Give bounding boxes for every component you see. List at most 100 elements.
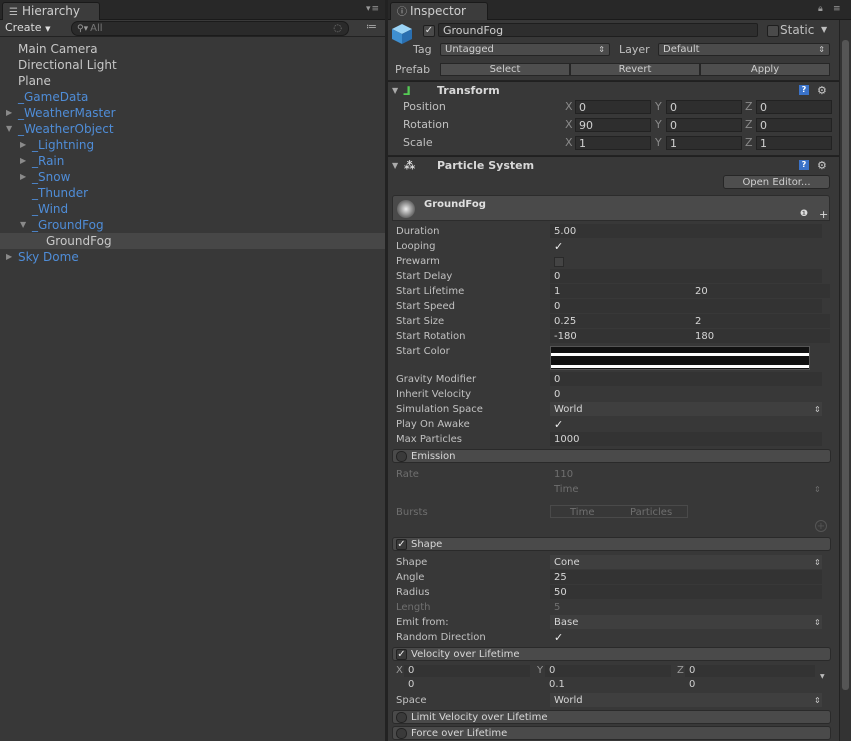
random-direction-checkbox[interactable]: ✓	[554, 630, 563, 645]
position-z-field[interactable]: 0	[756, 100, 832, 114]
list-item[interactable]: Plane	[0, 73, 385, 89]
tab-hierarchy[interactable]: ☰ Hierarchy	[2, 2, 100, 20]
add-burst-icon[interactable]: +	[815, 520, 827, 532]
active-checkbox[interactable]: ✓	[423, 25, 435, 37]
shape-module-header[interactable]: ✓ Shape	[392, 537, 831, 551]
rate-value[interactable]: 110	[554, 467, 573, 482]
force-module-header[interactable]: Force over Lifetime	[392, 726, 831, 740]
rotation-y-field[interactable]: 0	[666, 118, 742, 132]
list-item[interactable]: ▶ _WeatherMaster	[0, 105, 385, 121]
list-item[interactable]: ▶ _Lightning	[0, 137, 385, 153]
list-item[interactable]: _Thunder	[0, 185, 385, 201]
limit-velocity-module-header[interactable]: Limit Velocity over Lifetime	[392, 710, 831, 724]
position-x-field[interactable]: 0	[575, 100, 651, 114]
gear-icon[interactable]: ⚙	[817, 82, 827, 100]
chevron-down-icon[interactable]: ▼	[392, 157, 398, 175]
velocity-z-field[interactable]	[685, 665, 815, 677]
looping-checkbox[interactable]: ✓	[554, 239, 563, 254]
start-delay-field[interactable]	[550, 269, 822, 283]
lock-icon[interactable]: 🔒︎	[818, 4, 824, 14]
hierarchy-search-input[interactable]: ⚲▾ All ◌	[71, 21, 349, 36]
inspector-scrollbar[interactable]	[839, 20, 851, 741]
tag-dropdown[interactable]: Untagged ⇕	[440, 43, 610, 56]
start-lifetime-min-field[interactable]	[550, 284, 690, 298]
add-icon[interactable]: +	[819, 208, 828, 221]
prefab-revert-button[interactable]: Revert	[570, 63, 700, 76]
play-on-awake-checkbox[interactable]: ✓	[554, 417, 563, 432]
panel-menu-icon[interactable]: ▾≡	[366, 4, 380, 14]
emission-module-header[interactable]: Emission	[392, 449, 831, 463]
chevron-right-icon[interactable]: ▶	[20, 153, 26, 169]
particle-system-header[interactable]: ▼ ⁂ Particle System ? ⚙	[388, 156, 851, 175]
scale-z-field[interactable]: 1	[756, 136, 832, 150]
chevron-down-icon[interactable]: ▼	[20, 217, 26, 233]
list-item-selected[interactable]: GroundFog	[0, 233, 385, 249]
tab-inspector[interactable]: ⓘ Inspector	[390, 2, 488, 20]
prefab-select-button[interactable]: Select	[440, 63, 570, 76]
start-lifetime-max-field[interactable]	[690, 284, 830, 298]
list-item[interactable]: _Wind	[0, 201, 385, 217]
length-value[interactable]: 5	[554, 600, 560, 615]
chevron-right-icon[interactable]: ▶	[6, 249, 12, 265]
chevron-down-icon[interactable]: ▼	[6, 121, 12, 137]
emission-toggle[interactable]	[396, 451, 407, 462]
scale-x-field[interactable]: 1	[575, 136, 651, 150]
search-cancel-icon[interactable]: ◌	[333, 22, 342, 35]
emit-from-dropdown[interactable]	[550, 615, 822, 629]
prewarm-checkbox[interactable]	[554, 257, 564, 267]
list-item[interactable]: ▶ _Snow	[0, 169, 385, 185]
position-y-field[interactable]: 0	[666, 100, 742, 114]
start-speed-field[interactable]	[550, 299, 822, 313]
help-icon[interactable]: ?	[799, 160, 809, 170]
velocity-space-dropdown[interactable]	[550, 693, 822, 707]
chevron-right-icon[interactable]: ▶	[20, 169, 26, 185]
layer-dropdown[interactable]: Default ⇕	[658, 43, 830, 56]
list-item[interactable]: _GameData	[0, 89, 385, 105]
chevron-right-icon[interactable]: ▶	[20, 137, 26, 153]
shape-dropdown[interactable]	[550, 555, 822, 569]
gravity-field[interactable]	[550, 372, 822, 386]
list-item[interactable]: ▶ _Rain	[0, 153, 385, 169]
info-icon[interactable]: ❶	[800, 209, 808, 219]
checkmark-icon[interactable]: ✓	[396, 539, 407, 550]
rotation-x-field[interactable]: 90	[575, 118, 651, 132]
duration-field[interactable]	[550, 224, 822, 238]
scale-y-field[interactable]: 1	[666, 136, 742, 150]
list-item[interactable]: Directional Light	[0, 57, 385, 73]
start-size-max-field[interactable]	[690, 314, 830, 328]
prefab-apply-button[interactable]: Apply	[700, 63, 830, 76]
limit-velocity-toggle[interactable]	[396, 712, 407, 723]
velocity-module-header[interactable]: ✓ Velocity over Lifetime	[392, 647, 831, 661]
rotation-z-field[interactable]: 0	[756, 118, 832, 132]
inherit-velocity-value[interactable]: 0	[554, 387, 560, 402]
chevron-down-icon[interactable]: ▼	[392, 82, 398, 100]
panel-menu-icon[interactable]: ≡	[833, 4, 842, 14]
scrollbar-thumb[interactable]	[842, 40, 849, 690]
rate-mode-value[interactable]: Time	[554, 482, 578, 497]
force-toggle[interactable]	[396, 728, 407, 739]
angle-field[interactable]	[550, 570, 822, 584]
list-item[interactable]: ▼ _WeatherObject	[0, 121, 385, 137]
static-checkbox[interactable]	[767, 25, 779, 37]
start-color-gradient[interactable]	[550, 346, 810, 370]
dropdown-arrow-icon[interactable]: ▼	[820, 673, 825, 680]
create-dropdown[interactable]: Create ▼	[5, 21, 50, 34]
chevron-right-icon[interactable]: ▶	[6, 105, 12, 121]
list-item[interactable]: Main Camera	[0, 41, 385, 57]
max-particles-field[interactable]	[550, 432, 822, 446]
checkmark-icon[interactable]: ✓	[396, 649, 407, 660]
open-editor-button[interactable]: Open Editor...	[723, 175, 830, 189]
radius-field[interactable]	[550, 585, 822, 599]
particle-system-title-bar[interactable]: GroundFog ❶ +	[392, 195, 830, 221]
simulation-space-dropdown[interactable]	[550, 402, 822, 416]
static-dropdown-arrow-icon[interactable]: ▼	[821, 23, 827, 37]
list-item[interactable]: ▶ Sky Dome	[0, 249, 385, 265]
velocity-x-field[interactable]	[404, 665, 530, 677]
help-icon[interactable]: ?	[799, 85, 809, 95]
velocity-y-field[interactable]	[545, 665, 671, 677]
gear-icon[interactable]: ⚙	[817, 157, 827, 175]
filter-icon[interactable]: ≔	[366, 20, 377, 33]
transform-header[interactable]: ▼ ⅃ Transform ? ⚙	[388, 81, 851, 100]
object-name-field[interactable]: GroundFog	[438, 23, 758, 37]
list-item[interactable]: ▼ _GroundFog	[0, 217, 385, 233]
